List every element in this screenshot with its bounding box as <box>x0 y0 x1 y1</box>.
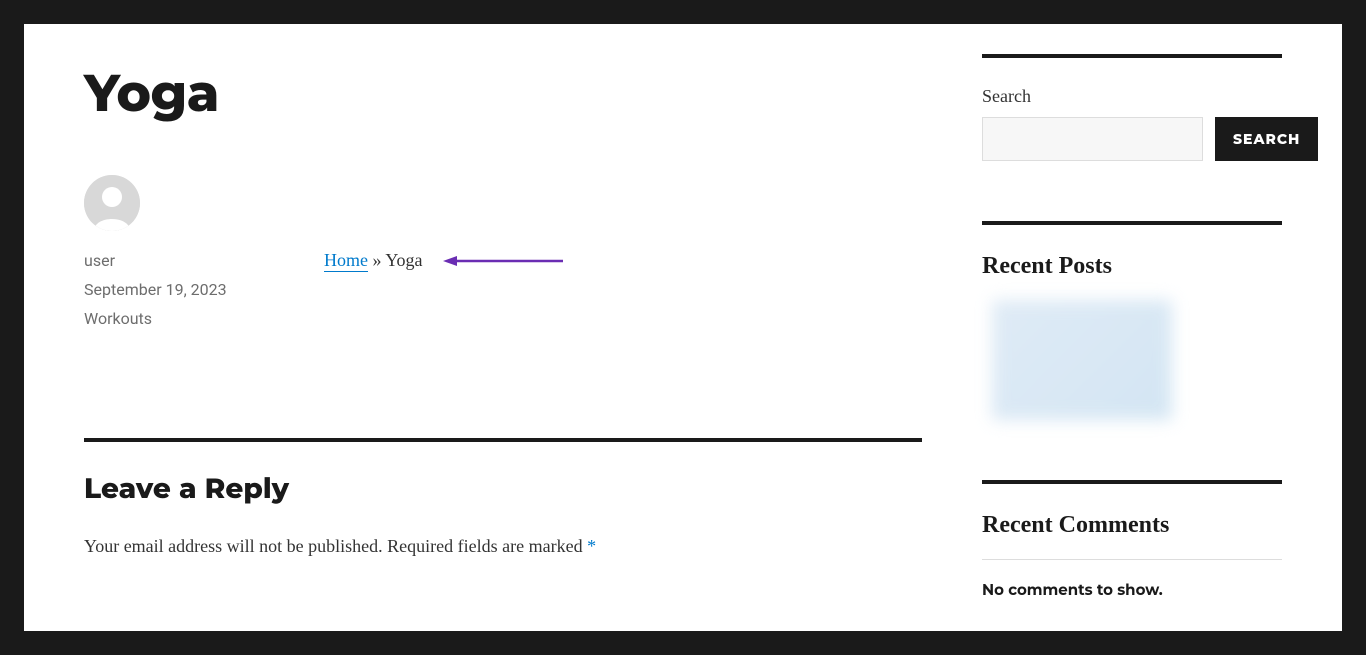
recent-comments-widget: Recent Comments No comments to show. <box>982 480 1282 599</box>
post-category: Workouts <box>84 309 324 328</box>
reply-note-required: Required fields are marked <box>387 536 587 556</box>
meta-row: user September 19, 2023 Workouts Home » … <box>84 175 922 338</box>
search-widget: Search SEARCH <box>982 54 1282 161</box>
reply-note-prefix: Your email address will not be published… <box>84 536 383 556</box>
post-author: user <box>84 251 324 270</box>
breadcrumb-home-link[interactable]: Home <box>324 250 368 272</box>
no-comments-text: No comments to show. <box>982 580 1282 599</box>
reply-note: Your email address will not be published… <box>84 536 922 557</box>
search-button[interactable]: SEARCH <box>1215 117 1318 161</box>
avatar <box>84 175 140 231</box>
recent-posts-title: Recent Posts <box>982 253 1282 280</box>
comments-divider <box>982 559 1282 560</box>
search-label: Search <box>982 86 1282 107</box>
search-row: SEARCH <box>982 117 1282 161</box>
recent-posts-blurred-content <box>992 300 1172 420</box>
breadcrumb-current: Yoga <box>385 250 422 270</box>
search-input[interactable] <box>982 117 1203 161</box>
breadcrumb-separator: » <box>368 250 385 270</box>
main-content: Yoga user September 19, 2023 Workouts Ho… <box>84 54 922 631</box>
page-container: Yoga user September 19, 2023 Workouts Ho… <box>24 24 1342 631</box>
user-avatar-icon <box>84 175 140 231</box>
reply-heading: Leave a Reply <box>84 472 922 506</box>
required-asterisk: * <box>587 536 596 556</box>
recent-comments-title: Recent Comments <box>982 512 1282 539</box>
breadcrumb-area: Home » Yoga <box>324 175 563 338</box>
page-title: Yoga <box>84 62 922 125</box>
meta-column: user September 19, 2023 Workouts <box>84 175 324 338</box>
breadcrumb: Home » Yoga <box>324 250 423 271</box>
post-date: September 19, 2023 <box>84 280 324 299</box>
annotation-arrow-icon <box>443 254 563 268</box>
section-divider <box>84 438 922 442</box>
sidebar: Search SEARCH Recent Posts Recent Commen… <box>982 54 1282 631</box>
recent-posts-widget: Recent Posts <box>982 221 1282 420</box>
